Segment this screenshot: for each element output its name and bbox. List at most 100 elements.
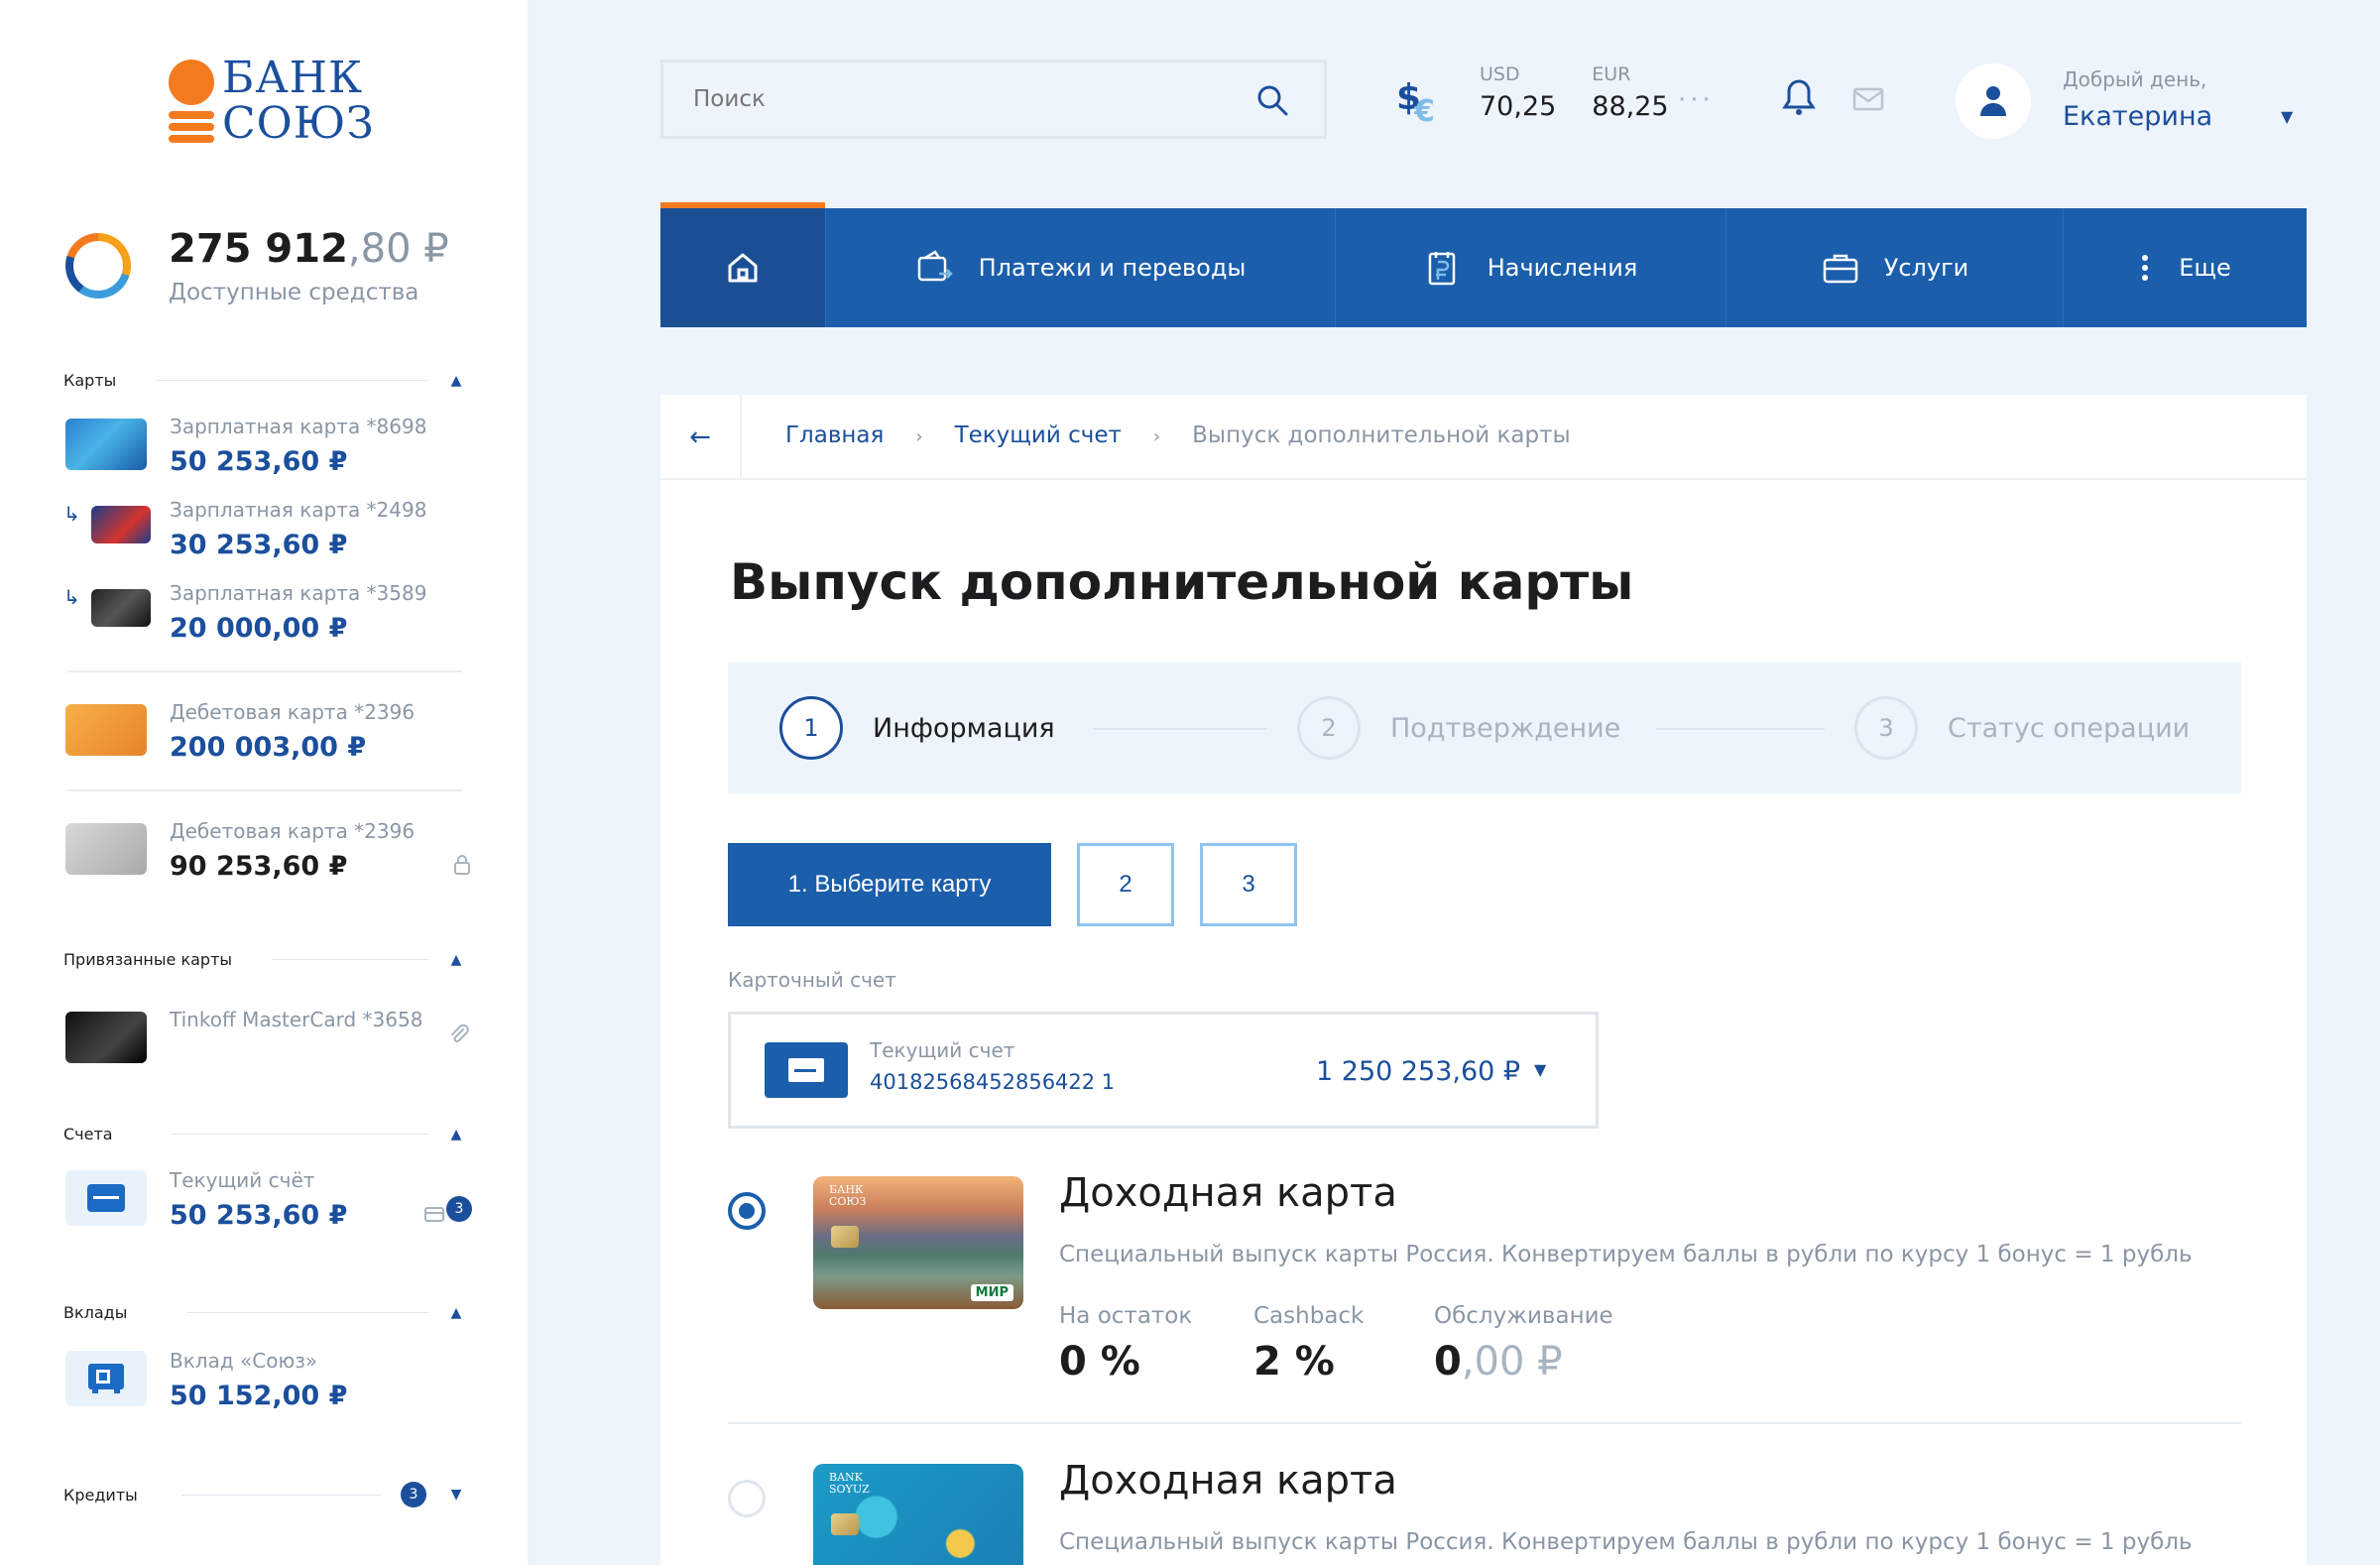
nav-services[interactable]: Услуги: [1726, 208, 2063, 327]
logo-line1: БАНК: [222, 53, 364, 103]
breadcrumb: ← Главная › Текущий счет › Выпуск дополн…: [660, 395, 2307, 480]
sidebar-deposit-item[interactable]: Вклад «Союз» 50 152,00 ₽: [63, 1349, 470, 1418]
balance-ring-icon: [65, 233, 131, 299]
balance-cents: ,80 ₽: [347, 226, 449, 272]
cards-stack-icon: [424, 1204, 446, 1228]
more-currencies-icon[interactable]: ···: [1678, 85, 1715, 115]
main-nav: Платежи и переводы Начисления Услуги Еще: [660, 202, 2307, 327]
sub-card-arrow-icon: ↳: [63, 502, 80, 526]
breadcrumb-home[interactable]: Главная: [785, 422, 884, 452]
section-linked-header[interactable]: Привязанные карты ▲: [63, 950, 464, 969]
account-card-icon: [765, 1042, 848, 1098]
section-cards-header[interactable]: Карты ▲: [63, 371, 464, 390]
section-accounts-title: Счета: [63, 1125, 113, 1144]
eur-value: 88,25: [1592, 91, 1669, 122]
card-thumbnail: [91, 506, 151, 543]
receipt-ruble-icon: [1428, 252, 1455, 286]
step-2: 2 Подтверждение: [1297, 696, 1620, 760]
currency-rates: $ € USD 70,25 EUR 88,25: [1394, 63, 1705, 129]
section-deposits-title: Вклады: [63, 1303, 128, 1322]
sub-card-arrow-icon: ↳: [63, 585, 80, 609]
account-select[interactable]: Текущий счет 40182568452856422 1 1 250 2…: [728, 1012, 1599, 1129]
balance-amount: 275 912: [169, 226, 348, 272]
substep-tabs: 1. Выберите карту 2 3: [728, 843, 1323, 926]
chevron-up-icon[interactable]: ▲: [448, 1127, 464, 1143]
card-thumbnail: [65, 823, 147, 875]
chevron-down-icon[interactable]: ▼: [1534, 1060, 1546, 1079]
product-radio[interactable]: [728, 1192, 766, 1230]
divider: [67, 789, 462, 791]
section-linked-title: Привязанные карты: [63, 950, 233, 969]
total-balance: 275 912,80 ₽ Доступные средства: [65, 226, 449, 305]
back-arrow-icon[interactable]: ←: [660, 395, 742, 480]
chevron-up-icon[interactable]: ▲: [448, 373, 464, 389]
avatar[interactable]: [1956, 63, 2031, 139]
card-name: Tinkoff MasterCard *3658: [170, 1008, 423, 1031]
sidebar: БАНК СОЮЗ 275 912,80 ₽ Доступные средств…: [0, 0, 528, 1565]
user-name: Екатерина: [2063, 101, 2213, 132]
chevron-right-icon: ›: [915, 426, 923, 447]
account-number: 40182568452856422 1: [870, 1070, 1116, 1094]
mir-logo: МИР: [970, 1284, 1013, 1301]
account-balance: 1 250 253,60 ₽: [1316, 1056, 1521, 1087]
card-thumbnail: [65, 704, 147, 756]
chevron-up-icon[interactable]: ▲: [448, 952, 464, 968]
step-label: Информация: [873, 712, 1055, 744]
nav-payments-label: Платежи и переводы: [978, 254, 1247, 282]
account-amount: 50 253,60 ₽: [170, 1200, 348, 1231]
search-input[interactable]: [693, 86, 1209, 112]
choose-card-button[interactable]: 1. Выберите карту: [728, 843, 1051, 926]
mail-icon[interactable]: [1852, 87, 1884, 111]
section-credits-title: Кредиты: [63, 1485, 138, 1505]
stat-balance-rate: На остаток 0 %: [1059, 1303, 1193, 1384]
search-box[interactable]: [660, 60, 1327, 139]
sidebar-card-item[interactable]: Дебетовая карта *2396 200 003,00 ₽: [63, 700, 470, 770]
search-icon[interactable]: [1256, 84, 1288, 116]
card-amount: 20 000,00 ₽: [170, 613, 348, 644]
currency-exchange-icon: $ €: [1394, 75, 1444, 129]
nav-payments[interactable]: Платежи и переводы: [825, 208, 1335, 327]
wallet-transfer-icon: [917, 250, 953, 282]
card-amount: 30 253,60 ₽: [170, 530, 348, 560]
nav-accruals-label: Начисления: [1487, 254, 1638, 282]
user-greeting[interactable]: Добрый день, Екатерина: [2063, 67, 2212, 132]
safe-icon: [65, 1351, 147, 1406]
substep-2-button[interactable]: 2: [1077, 843, 1174, 926]
section-accounts-header[interactable]: Счета ▲: [63, 1125, 464, 1144]
nav-accruals[interactable]: Начисления: [1335, 208, 1726, 327]
sidebar-card-item[interactable]: Дебетовая карта *2396 90 253,60 ₽: [63, 819, 470, 889]
card-thumbnail: [65, 1012, 147, 1063]
bell-icon[interactable]: [1781, 77, 1817, 117]
product-card-image: БАНК СОЮЗ МИР: [813, 1176, 1023, 1309]
card-thumbnail: [91, 589, 151, 627]
product-radio[interactable]: [728, 1480, 766, 1517]
svg-text:€: €: [1413, 94, 1435, 125]
chevron-down-icon[interactable]: ▼: [2281, 107, 2293, 126]
card-name: Зарплатная карта *8698: [170, 415, 427, 438]
main-content: ← Главная › Текущий счет › Выпуск дополн…: [660, 395, 2307, 1565]
sidebar-card-item[interactable]: Зарплатная карта *8698 50 253,60 ₽: [63, 415, 470, 484]
stepper: 1 Информация 2 Подтверждение 3 Статус оп…: [728, 662, 2241, 793]
product-option[interactable]: БАНК СОЮЗ МИР Доходная карта Специальный…: [728, 1170, 2241, 1386]
section-credits-header[interactable]: Кредиты 3 ▼: [63, 1482, 464, 1507]
more-vertical-icon: [2142, 255, 2149, 281]
step-number: 2: [1297, 696, 1361, 760]
sidebar-card-item[interactable]: ↳ Зарплатная карта *2498 30 253,60 ₽: [63, 498, 470, 567]
chevron-down-icon[interactable]: ▼: [448, 1487, 464, 1503]
sidebar-card-item[interactable]: ↳ Зарплатная карта *3589 20 000,00 ₽: [63, 581, 470, 651]
chevron-up-icon[interactable]: ▲: [448, 1305, 464, 1321]
card-amount: 200 003,00 ₽: [170, 732, 367, 763]
nav-more[interactable]: Еще: [2063, 208, 2307, 327]
product-option[interactable]: BANK SOYUZ Доходная карта Специальный вы…: [728, 1458, 2241, 1565]
sidebar-linked-card[interactable]: Tinkoff MasterCard *3658: [63, 1008, 470, 1077]
account-icon: [65, 1170, 147, 1226]
nav-home[interactable]: [660, 202, 825, 327]
sidebar-account-item[interactable]: Текущий счёт 50 253,60 ₽ 3: [63, 1168, 472, 1238]
chip-icon: [831, 1513, 859, 1535]
bank-logo[interactable]: БАНК СОЮЗ: [169, 56, 375, 147]
section-deposits-header[interactable]: Вклады ▲: [63, 1303, 464, 1322]
breadcrumb-account[interactable]: Текущий счет: [955, 422, 1122, 452]
substep-3-button[interactable]: 3: [1200, 843, 1297, 926]
logo-sun-icon: [169, 58, 216, 145]
product-description: Специальный выпуск карты Россия. Конверт…: [1059, 1529, 2193, 1555]
